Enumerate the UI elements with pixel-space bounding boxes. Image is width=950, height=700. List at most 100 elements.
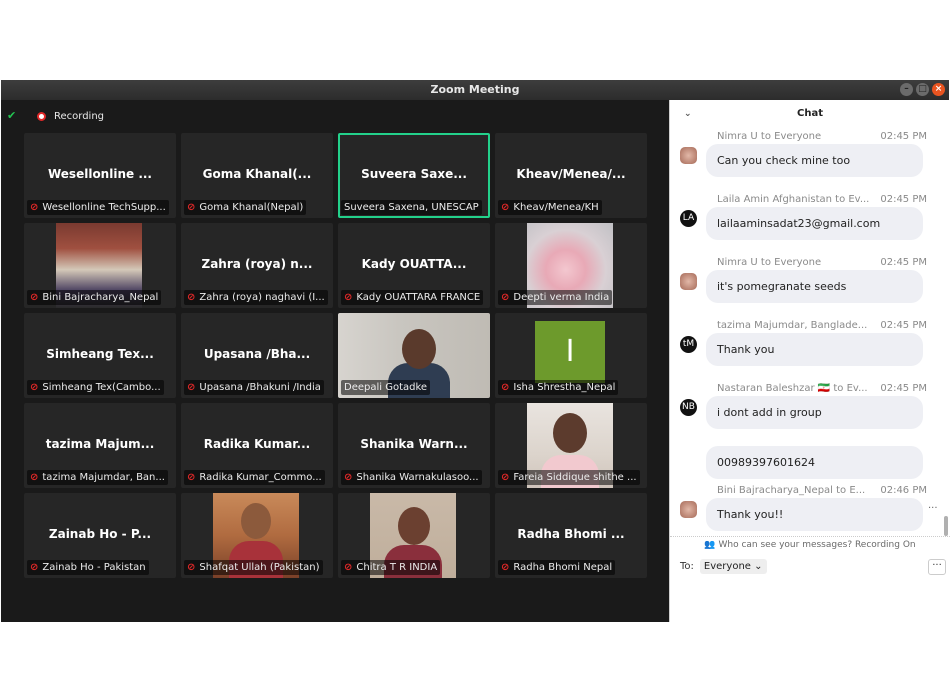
mic-muted-icon: ⊘	[344, 292, 353, 303]
message-bubble[interactable]: 00989397601624	[706, 446, 923, 479]
participant-nameplate: ⊘ Kady OUATTARA FRANCE	[341, 290, 484, 305]
participant-tile[interactable]: Simheang Tex... ⊘ Simheang Tex(Cambo...	[24, 313, 176, 398]
message-sender: Laila Amin Afghanistan to Ev... 02:45 PM	[717, 194, 927, 205]
message-time: 02:45 PM	[880, 257, 927, 268]
participant-tile[interactable]: ⊘ Bini Bajracharya_Nepal	[24, 223, 176, 308]
participant-name: Isha Shrestha_Nepal	[513, 382, 616, 393]
participant-tile[interactable]: Deepali Gotadke	[338, 313, 490, 398]
participant-title: Zainab Ho - P...	[48, 527, 152, 541]
sender-avatar	[680, 501, 697, 518]
participant-name: Radika Kumar_Commo...	[199, 472, 322, 483]
participant-nameplate: ⊘ Wesellonline TechSupp...	[27, 200, 169, 215]
recipient-select[interactable]: Everyone ⌄	[699, 559, 767, 574]
participant-title: Kady OUATTA...	[361, 257, 467, 271]
participant-tile[interactable]: ⊘ Deepti verma India	[495, 223, 647, 308]
message-bubble[interactable]: Thank you	[706, 333, 923, 366]
participant-name: Kheav/Menea/KH	[513, 202, 599, 213]
participant-name: Shafqat Ullah (Pakistan)	[199, 562, 320, 573]
participant-tile[interactable]: Kady OUATTA... ⊘ Kady OUATTARA FRANCE	[338, 223, 490, 308]
participant-name: Simheang Tex(Cambo...	[42, 382, 161, 393]
participant-tile[interactable]: Zahra (roya) n... ⊘ Zahra (roya) naghavi (…	[181, 223, 333, 308]
participant-nameplate: ⊘ Zahra (roya) naghavi (I...	[184, 290, 328, 305]
mic-muted-icon: ⊘	[187, 472, 196, 483]
message-sender: Nastaran Baleshzar 🇮🇷 to Ev... 02:45 PM	[717, 383, 927, 394]
chat-title: Chat	[797, 108, 823, 119]
chat-messages: Nimra U to Everyone 02:45 PM Can you check…	[670, 128, 940, 538]
participant-tile[interactable]: Kheav/Menea/... ⊘ Kheav/Menea/KH	[495, 133, 647, 218]
participant-nameplate: ⊘ Goma Khanal(Nepal)	[184, 200, 307, 215]
mic-muted-icon: ⊘	[501, 202, 510, 213]
sender-name: Nastaran Baleshzar 🇮🇷 to Ev...	[717, 383, 868, 394]
to-row: To: Everyone ⌄	[680, 559, 767, 574]
participant-name: Zahra (roya) naghavi (I...	[199, 292, 325, 303]
mic-muted-icon: ⊘	[30, 472, 39, 483]
participant-nameplate: ⊘ Radha Bhomi Nepal	[498, 560, 616, 575]
participant-tile[interactable]: Wesellonline ... ⊘ Wesellonline TechSupp..…	[24, 133, 176, 218]
participant-tile[interactable]: ⊘ Shafqat Ullah (Pakistan)	[181, 493, 333, 578]
participant-title: Radika Kumar...	[203, 437, 311, 451]
participant-nameplate: ⊘ Simheang Tex(Cambo...	[27, 380, 164, 395]
message-bubble[interactable]: Can you check mine too	[706, 144, 923, 177]
maximize-button[interactable]: □	[916, 83, 929, 96]
mic-muted-icon: ⊘	[501, 472, 510, 483]
participant-tile[interactable]: Radika Kumar... ⊘ Radika Kumar_Commo...	[181, 403, 333, 488]
participant-tile[interactable]: tazima Majum... ⊘ tazima Majumdar, Ban...	[24, 403, 176, 488]
chat-header: ⌄ Chat	[670, 100, 950, 128]
participant-title: Upasana /Bha...	[203, 347, 311, 361]
participant-name: Chitra T R INDIA	[356, 562, 438, 573]
mic-muted-icon: ⊘	[30, 292, 39, 303]
sender-avatar	[680, 273, 697, 290]
participant-tile[interactable]: ⊘ Fareia Siddique shithe ...	[495, 403, 647, 488]
participant-nameplate: ⊘ Bini Bajracharya_Nepal	[27, 290, 162, 305]
zoom-window: Zoom Meeting – □ × ✔ Recording Wesellonl…	[1, 80, 950, 622]
mic-muted-icon: ⊘	[187, 292, 196, 303]
participant-nameplate: ⊘ Fareia Siddique shithe ...	[498, 470, 640, 485]
sender-name: Nimra U to Everyone	[717, 257, 822, 268]
message-time: 02:46 PM	[880, 485, 927, 496]
participant-name: Deepti verma India	[513, 292, 610, 303]
participant-title: Wesellonline ...	[47, 167, 152, 181]
participant-nameplate: ⊘ Deepti verma India	[498, 290, 613, 305]
participant-tile[interactable]: Suveera Saxe... Suveera Saxena, UNESCAP	[338, 133, 490, 218]
participant-name: Zainab Ho - Pakistan	[42, 562, 146, 573]
message-time: 02:45 PM	[880, 320, 927, 331]
participant-tile[interactable]: Zainab Ho - P... ⊘ Zainab Ho - Pakistan	[24, 493, 176, 578]
minimize-button[interactable]: –	[900, 83, 913, 96]
privacy-note[interactable]: 👥 Who can see your messages? Recording O…	[670, 540, 950, 550]
participant-nameplate: ⊘ Kheav/Menea/KH	[498, 200, 602, 215]
message-bubble[interactable]: it's pomegranate seeds	[706, 270, 923, 303]
participant-name: Suveera Saxena, UNESCAP	[344, 202, 479, 213]
message-sender: Nimra U to Everyone 02:45 PM	[717, 131, 927, 142]
participant-video: I	[535, 321, 605, 383]
participant-name: Radha Bhomi Nepal	[513, 562, 613, 573]
participant-tile[interactable]: ⊘ Chitra T R INDIA	[338, 493, 490, 578]
recording-icon	[37, 111, 46, 121]
participant-title: Suveera Saxe...	[361, 167, 467, 181]
title-bar: Zoom Meeting – □ ×	[1, 80, 949, 100]
people-icon: 👥	[704, 540, 716, 550]
participant-tile[interactable]: Upasana /Bha... ⊘ Upasana /Bhakuni /India	[181, 313, 333, 398]
mic-muted-icon: ⊘	[187, 382, 196, 393]
chevron-down-icon[interactable]: ⌄	[684, 100, 692, 128]
participant-tile[interactable]: Shanika Warn... ⊘ Shanika Warnakulasoo...	[338, 403, 490, 488]
message-bubble[interactable]: lailaaminsadat23@gmail.com	[706, 207, 923, 240]
participant-title: tazima Majum...	[45, 437, 155, 451]
chat-divider	[670, 536, 950, 537]
message-bubble[interactable]: Thank you!!	[706, 498, 923, 531]
more-options-icon[interactable]: ···	[928, 559, 946, 575]
participant-tile[interactable]: I ⊘ Isha Shrestha_Nepal	[495, 313, 647, 398]
participant-tile[interactable]: Goma Khanal(... ⊘ Goma Khanal(Nepal)	[181, 133, 333, 218]
close-button[interactable]: ×	[932, 83, 945, 96]
sender-avatar: LA	[680, 210, 697, 227]
mic-muted-icon: ⊘	[501, 292, 510, 303]
participant-nameplate: ⊘ Shanika Warnakulasoo...	[341, 470, 482, 485]
chat-scrollbar[interactable]	[944, 516, 948, 536]
message-bubble[interactable]: i dont add in group	[706, 396, 923, 429]
participant-nameplate: ⊘ Shafqat Ullah (Pakistan)	[184, 560, 323, 575]
participant-name: Deepali Gotadke	[344, 382, 428, 393]
participant-tile[interactable]: Radha Bhomi ... ⊘ Radha Bhomi Nepal	[495, 493, 647, 578]
shield-check-icon[interactable]: ✔	[7, 110, 19, 122]
message-more-icon[interactable]: ···	[928, 503, 938, 514]
participant-nameplate: Deepali Gotadke	[341, 380, 431, 395]
participant-name: Wesellonline TechSupp...	[42, 202, 166, 213]
